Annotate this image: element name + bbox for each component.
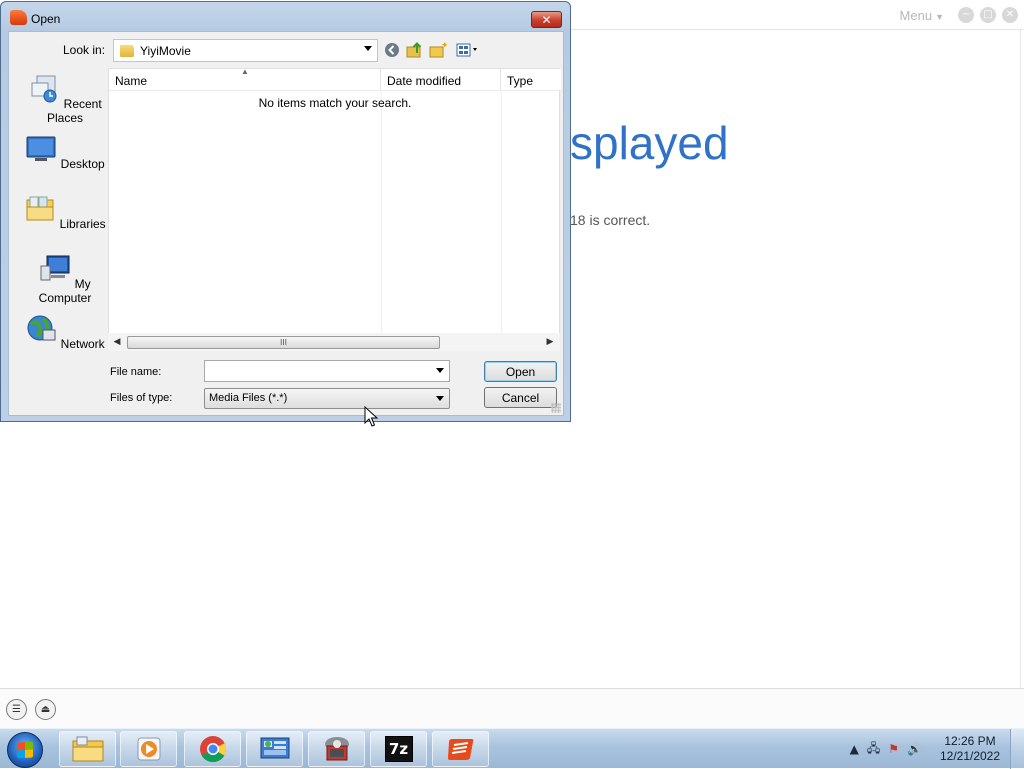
folder-icon xyxy=(120,44,134,57)
clock-date: 12/21/2022 xyxy=(939,749,1001,763)
control-panel-icon xyxy=(260,737,289,759)
app-menu-label: Menu xyxy=(899,7,933,23)
computer-icon xyxy=(40,255,70,281)
app-right-divider xyxy=(1020,30,1021,688)
eject-icon[interactable]: ⏏ xyxy=(35,699,56,720)
look-in-combo[interactable]: YiyiMovie xyxy=(113,39,378,62)
chevron-down-icon[interactable] xyxy=(436,368,444,373)
taskbar: 7z ▲ 🖧 ⚑ 🔊 12:26 PM 12/21/2022 xyxy=(0,728,1024,769)
look-in-label: Look in: xyxy=(63,43,106,57)
back-icon[interactable] xyxy=(383,41,401,59)
scroll-left-icon[interactable]: ◀ xyxy=(111,336,123,348)
taskbar-app-7zip[interactable]: 7z xyxy=(370,731,427,767)
installer-icon xyxy=(324,737,349,761)
file-name-input[interactable] xyxy=(204,360,450,382)
open-button[interactable]: Open xyxy=(484,361,557,382)
place-recent-places[interactable]: Recent Places xyxy=(16,74,114,125)
look-in-value: YiyiMovie xyxy=(140,43,191,58)
resize-grip-icon[interactable] xyxy=(551,403,561,413)
empty-list-message: No items match your search. xyxy=(258,96,412,110)
taskbar-app-media-player[interactable] xyxy=(120,731,177,767)
up-folder-icon[interactable] xyxy=(406,41,424,59)
horizontal-scrollbar[interactable]: ◀ III ▶ xyxy=(108,333,560,351)
taskbar-app-chrome[interactable] xyxy=(184,731,241,767)
place-libraries[interactable]: Libraries xyxy=(16,194,114,231)
scroll-thumb[interactable]: III xyxy=(127,336,440,349)
video-icon xyxy=(137,737,160,761)
column-header-label: Type xyxy=(507,74,534,88)
taskbar-app-file-explorer[interactable] xyxy=(59,731,116,767)
mouse-cursor-icon xyxy=(364,406,378,427)
chrome-icon xyxy=(199,736,226,763)
files-of-type-label: Files of type: xyxy=(110,392,173,404)
column-header-name[interactable]: ▲ Name xyxy=(109,67,381,91)
error-title: splayed xyxy=(570,117,729,169)
taskbar-app-yiyi-player[interactable] xyxy=(432,731,489,767)
view-menu-icon[interactable] xyxy=(455,41,481,59)
open-dialog: Open ✕ Look in: YiyiMovie ✦ Recent Place… xyxy=(0,1,571,422)
sort-ascending-icon: ▲ xyxy=(241,67,249,76)
dialog-title: Open xyxy=(31,12,61,26)
network-icon xyxy=(27,315,56,341)
taskbar-app-backup-tool[interactable] xyxy=(308,731,365,767)
folder-icon xyxy=(72,736,103,762)
maximize-icon[interactable]: □ xyxy=(980,7,996,23)
column-header-label: Name xyxy=(115,74,148,88)
windows-logo-icon xyxy=(17,741,33,759)
system-tray: ▲ 🖧 ⚑ 🔊 12:26 PM 12/21/2022 xyxy=(850,729,1024,769)
app-title-controls: Menu ▼ − □ ✕ xyxy=(900,0,1024,30)
file-list[interactable]: ▲ Name Date modified Type No items match… xyxy=(108,67,561,351)
7zip-label: 7z xyxy=(388,740,409,758)
libraries-icon xyxy=(26,196,54,221)
scroll-right-icon[interactable]: ▶ xyxy=(544,336,556,348)
files-of-type-select[interactable]: Media Files (*.*) xyxy=(204,388,450,409)
desktop-icon xyxy=(26,136,56,161)
start-button[interactable] xyxy=(7,732,43,768)
taskbar-app-control-panel[interactable] xyxy=(246,731,303,767)
place-my-computer[interactable]: My Computer xyxy=(16,254,114,305)
place-network[interactable]: Network xyxy=(16,314,114,351)
app-menu-button[interactable]: Menu ▼ xyxy=(900,8,944,23)
svg-text:✦: ✦ xyxy=(441,41,447,51)
chevron-down-icon[interactable] xyxy=(364,46,372,51)
places-bar: Recent Places Desktop Libraries My Compu… xyxy=(16,72,108,372)
app-header-divider xyxy=(570,29,1024,30)
network-tray-icon[interactable]: 🖧 xyxy=(867,739,880,760)
show-desktop-button[interactable] xyxy=(1010,729,1024,769)
new-folder-icon[interactable]: ✦ xyxy=(429,41,447,59)
chevron-down-icon: ▼ xyxy=(935,11,944,22)
chevron-down-icon[interactable] xyxy=(436,396,444,401)
column-header-label: Date modified xyxy=(387,74,462,88)
place-desktop[interactable]: Desktop xyxy=(16,134,114,171)
volume-icon[interactable]: 🔊 xyxy=(907,742,922,756)
dialog-close-button[interactable]: ✕ xyxy=(531,11,562,28)
column-divider xyxy=(381,91,382,350)
yiyi-icon xyxy=(447,739,473,760)
show-hidden-icons-icon[interactable]: ▲ xyxy=(850,742,859,756)
file-name-label: File name: xyxy=(110,366,162,378)
app-bottom-bar: ☰ ⏏ xyxy=(0,688,1024,728)
place-label: Desktop xyxy=(60,157,105,171)
clock[interactable]: 12:26 PM 12/21/2022 xyxy=(930,734,1010,764)
close-icon[interactable]: ✕ xyxy=(1002,7,1018,23)
minimize-icon[interactable]: − xyxy=(958,7,974,23)
column-divider xyxy=(501,91,502,350)
action-center-icon[interactable]: ⚑ xyxy=(888,742,899,756)
column-header-type[interactable]: Type xyxy=(501,69,561,91)
playlist-icon[interactable]: ☰ xyxy=(6,699,27,720)
cancel-button[interactable]: Cancel xyxy=(484,387,557,408)
error-description: 18 is correct. xyxy=(570,212,651,228)
dialog-app-icon xyxy=(10,10,27,25)
files-of-type-value: Media Files (*.*) xyxy=(209,392,288,404)
dialog-body: Look in: YiyiMovie ✦ Recent Places Deskt… xyxy=(8,31,564,416)
place-label: Libraries xyxy=(59,217,106,231)
recent-places-icon xyxy=(31,75,57,103)
7zip-icon: 7z xyxy=(384,736,413,762)
clock-time: 12:26 PM xyxy=(944,734,996,748)
place-label: Network xyxy=(60,337,105,351)
column-header-date-modified[interactable]: Date modified xyxy=(381,69,501,91)
